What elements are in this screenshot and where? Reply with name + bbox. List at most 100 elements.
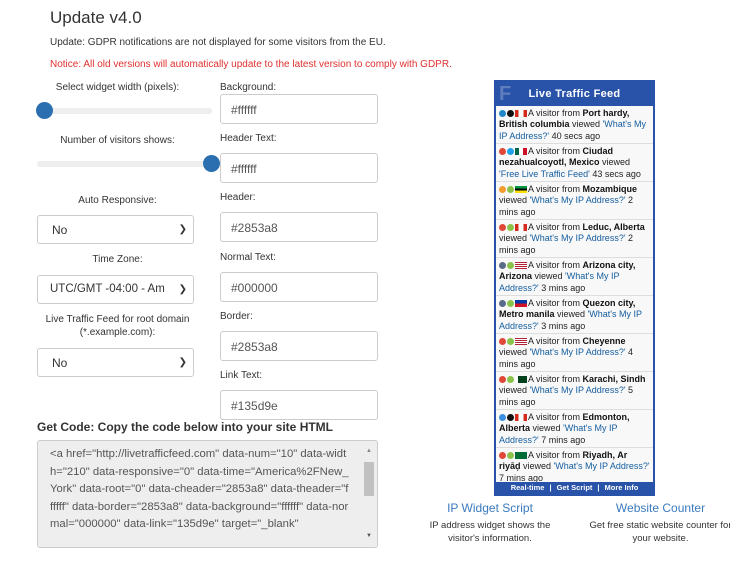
item-viewed: viewed: [499, 385, 530, 396]
usa-flag-icon: [515, 262, 527, 269]
chevron-down-icon: ❯: [178, 224, 187, 235]
footer-link-get-script[interactable]: Get Script: [557, 483, 593, 492]
width-label: Select widget width (pixels):: [55, 82, 180, 93]
windows-os-icon: [507, 148, 514, 155]
item-page-link[interactable]: 'What's My IP Address?': [530, 233, 626, 243]
item-viewed: viewed: [499, 195, 530, 206]
item-prefix: A visitor from: [528, 184, 583, 194]
timezone-label: Time Zone:: [92, 254, 143, 265]
code-textarea[interactable]: <a href="http://livetrafficfeed.com" dat…: [37, 440, 378, 548]
header-text-input[interactable]: #ffffff: [220, 153, 378, 183]
visitors-slider[interactable]: [37, 155, 220, 172]
widget-footer: Real-time | Get Script | More Info: [496, 482, 653, 494]
philippines-flag-icon: [515, 300, 527, 307]
mexico-flag-icon: [515, 148, 527, 155]
normal-text-input[interactable]: #000000: [220, 272, 378, 302]
item-page-link[interactable]: 'What's My IP Address?': [530, 195, 626, 205]
border-input[interactable]: #2853a8: [220, 331, 378, 361]
footer-link-more-info[interactable]: More Info: [605, 483, 639, 492]
mozambique-flag-icon: [515, 186, 527, 193]
page-title: Update v4.0: [50, 8, 142, 27]
item-page-link[interactable]: 'Free Live Traffic Feed': [499, 169, 590, 179]
item-prefix: A visitor from: [528, 108, 583, 118]
timezone-select[interactable]: UTC/GMT -04:00 - Am ❯: [37, 275, 194, 304]
item-prefix: A visitor from: [528, 298, 583, 308]
item-time: 7 mins ago: [538, 434, 586, 445]
normal-text-label: Normal Text:: [220, 252, 276, 263]
visitors-label: Number of visitors shows:: [60, 135, 175, 146]
item-prefix: A visitor from: [528, 336, 583, 346]
feed-list: A visitor from Port hardy, British colum…: [496, 106, 653, 486]
apple-os-icon: [507, 414, 514, 421]
android-os-icon: [507, 186, 514, 193]
feed-item: A visitor from Leduc, Alberta viewed 'Wh…: [496, 220, 653, 258]
root-domain-label: Live Traffic Feed for root domain (*.exa…: [45, 314, 190, 338]
link-text-label: Link Text:: [220, 370, 263, 381]
item-viewed: viewed: [520, 461, 554, 472]
item-prefix: A visitor from: [528, 450, 583, 460]
apple-os-icon: [507, 110, 514, 117]
item-viewed: viewed: [554, 309, 588, 320]
safari-browser-icon: [499, 414, 506, 421]
promo-desc: IP address widget shows the visitor's in…: [429, 520, 551, 544]
header-input[interactable]: #2853a8: [220, 212, 378, 242]
code-text: <a href="http://livetrafficfeed.com" dat…: [50, 448, 349, 530]
scrollbar[interactable]: ▲ ▼: [363, 443, 375, 543]
promo-title-link[interactable]: IP Widget Script: [420, 502, 560, 515]
footer-link-realtime[interactable]: Real-time: [511, 483, 545, 492]
canada-flag-icon: [515, 110, 527, 117]
chrome-browser-icon: [499, 148, 506, 155]
item-time: 43 secs ago: [589, 168, 641, 179]
notice-text: Notice: All old versions will automatica…: [50, 59, 452, 70]
feed-item: A visitor from Ciudad nezahualcoyotl, Me…: [496, 144, 653, 182]
item-prefix: A visitor from: [528, 412, 583, 422]
chevron-down-icon: ❯: [178, 284, 187, 295]
item-page-link[interactable]: 'What's My IP Address?': [554, 461, 650, 471]
item-prefix: A visitor from: [528, 374, 583, 384]
feed-item: A visitor from Arizona city, Arizona vie…: [496, 258, 653, 296]
get-code-heading: Get Code: Copy the code below into your …: [37, 420, 334, 434]
promo-ip-widget: IP Widget Script IP address widget shows…: [420, 502, 560, 545]
item-location: Karachi, Sindh: [582, 374, 646, 384]
promo-title-link[interactable]: Website Counter: [588, 502, 730, 515]
android-os-icon: [507, 224, 514, 231]
scrollbar-thumb[interactable]: [364, 461, 374, 496]
gear-browser-icon: [499, 300, 506, 307]
android-os-icon: [507, 452, 514, 459]
item-prefix: A visitor from: [528, 260, 583, 270]
background-label: Background:: [220, 82, 277, 93]
auto-responsive-value: No: [52, 223, 68, 237]
visitors-slider-thumb[interactable]: [203, 155, 220, 172]
chrome-browser-icon: [499, 376, 506, 383]
background-input[interactable]: #ffffff: [220, 94, 378, 124]
live-traffic-feed-widget: F Live Traffic Feed A visitor from Port h…: [494, 80, 655, 496]
pakistan-flag-icon: [515, 376, 527, 383]
width-slider[interactable]: [36, 102, 212, 119]
android-os-icon: [507, 262, 514, 269]
widget-title: Live Traffic Feed: [528, 88, 621, 100]
item-location: Leduc, Alberta: [582, 222, 645, 232]
saudi-arabia-flag-icon: [515, 452, 527, 459]
android-os-icon: [507, 338, 514, 345]
auto-responsive-select[interactable]: No ❯: [37, 215, 194, 244]
item-prefix: A visitor from: [528, 222, 583, 232]
width-slider-thumb[interactable]: [36, 102, 53, 119]
feed-item: A visitor from Quezon city, Metro manila…: [496, 296, 653, 334]
feed-item: A visitor from Edmonton, Alberta viewed …: [496, 410, 653, 448]
canada-flag-icon: [515, 224, 527, 231]
item-time: 3 mins ago: [538, 282, 586, 293]
link-text-input[interactable]: #135d9e: [220, 390, 378, 420]
chrome-browser-icon: [499, 452, 506, 459]
edge-browser-icon: [499, 110, 506, 117]
root-domain-value: No: [52, 356, 68, 370]
border-label: Border:: [220, 311, 253, 322]
item-page-link[interactable]: 'What's My IP Address?': [530, 347, 626, 357]
root-domain-select[interactable]: No ❯: [37, 348, 194, 377]
timezone-value: UTC/GMT -04:00 - Am: [50, 283, 165, 295]
item-viewed: viewed: [499, 233, 530, 244]
usa-flag-icon: [515, 338, 527, 345]
item-viewed: viewed: [530, 423, 564, 434]
feed-item: A visitor from Karachi, Sindh viewed 'Wh…: [496, 372, 653, 410]
promo-desc: Get free static website counter for your…: [589, 520, 730, 544]
item-page-link[interactable]: 'What's My IP Address?': [530, 385, 626, 395]
